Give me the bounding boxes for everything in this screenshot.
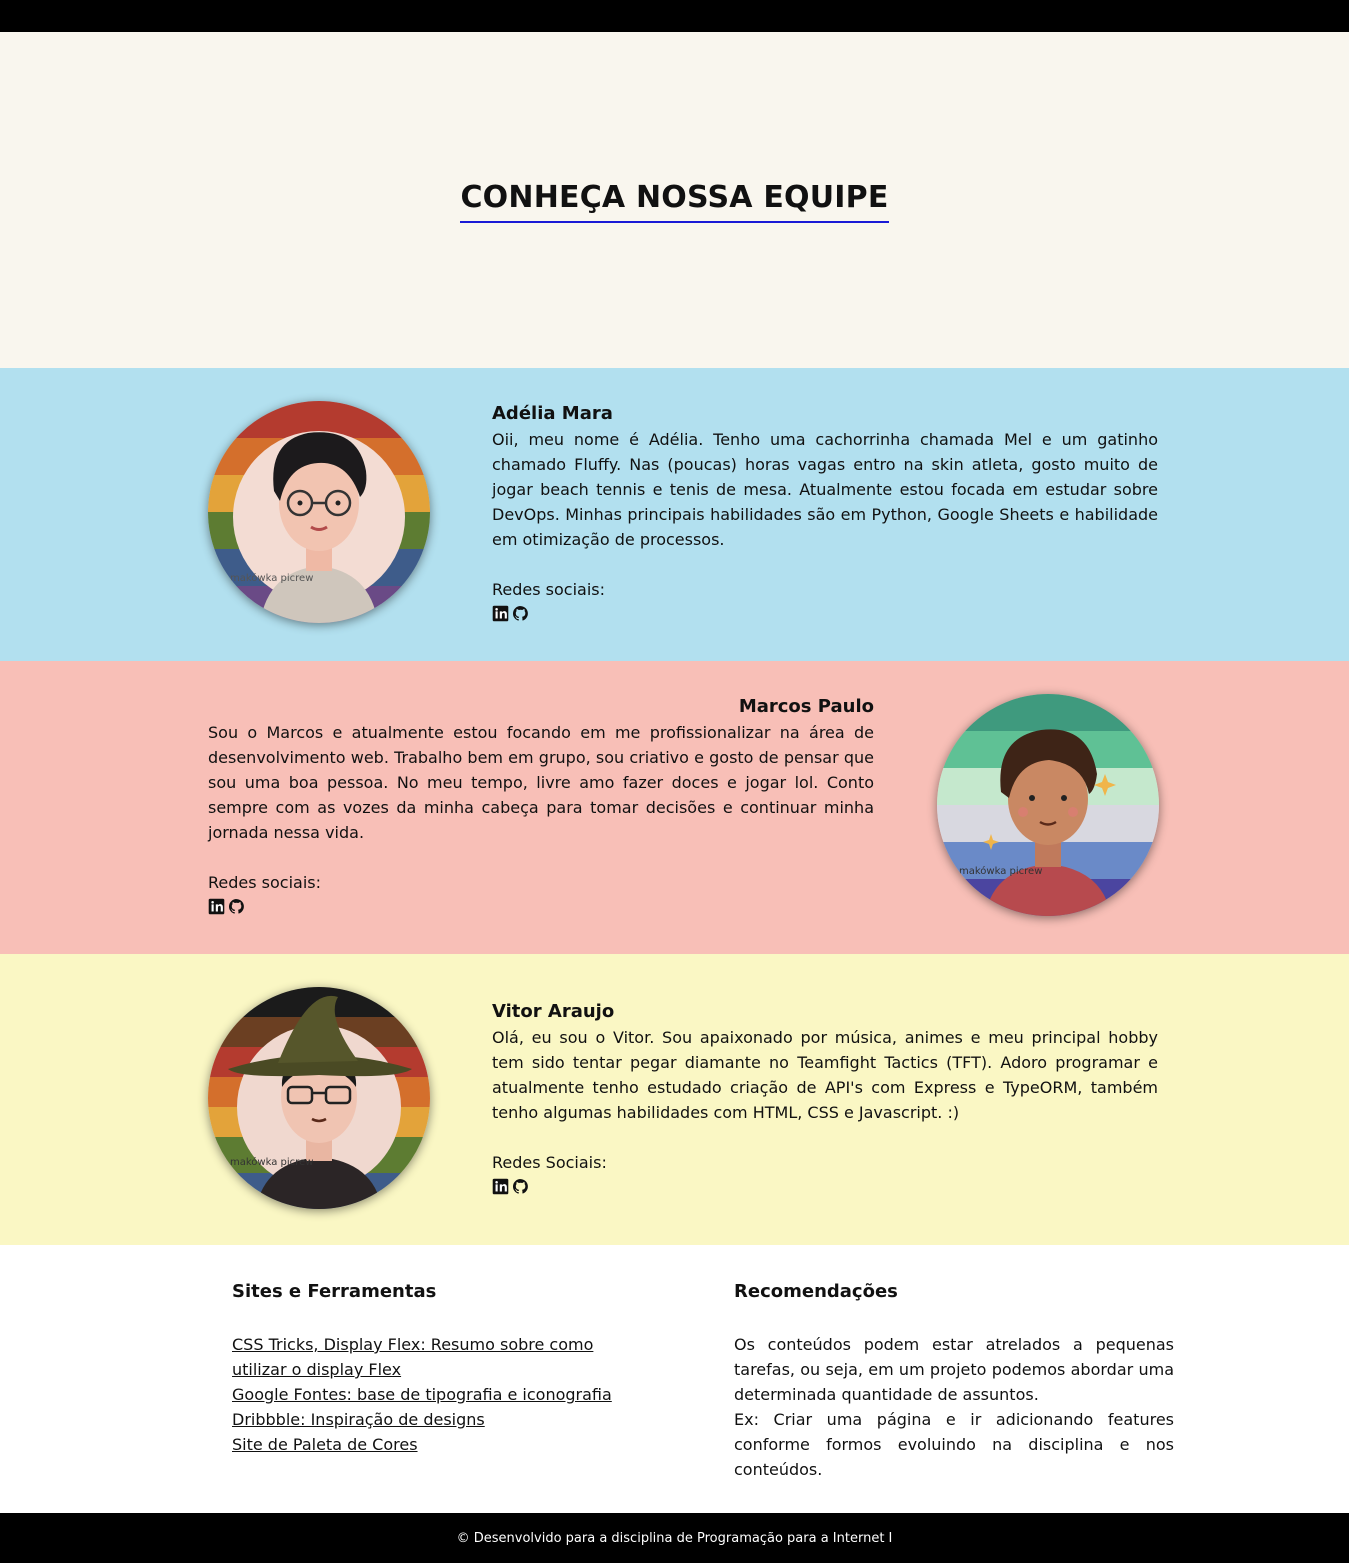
social-label: Redes Sociais: <box>492 1153 607 1172</box>
member-name: Adélia Mara <box>492 403 613 424</box>
recommendations-column: Recomendações Os conteúdos podem estar a… <box>734 1277 1174 1482</box>
member-description: Olá, eu sou o Vitor. Sou apaixonado por … <box>492 1028 1158 1122</box>
linkedin-icon[interactable] <box>492 605 509 622</box>
social-label: Redes sociais: <box>492 580 606 599</box>
member-card-marcos: Marcos Paulo Sou o Marcos e atualmente e… <box>0 661 1349 954</box>
avatar: makówka picrew <box>937 694 1159 916</box>
avatar: makówka picrew <box>208 987 430 1209</box>
member-description: Sou o Marcos e atualmente estou focando … <box>208 723 874 842</box>
link-color-palette[interactable]: Site de Paleta de Cores <box>232 1432 652 1457</box>
member-name: Marcos Paulo <box>738 696 874 717</box>
recommendation-text: Os conteúdos podem estar atrelados a peq… <box>734 1335 1174 1404</box>
social-links <box>492 604 1158 622</box>
social-links <box>208 897 874 915</box>
member-name: Vitor Araujo <box>492 1001 615 1022</box>
sites-title: Sites e Ferramentas <box>232 1281 437 1302</box>
recommendation-example: Ex: Criar uma página e ir adicionando fe… <box>734 1410 1174 1479</box>
hero-section: CONHEÇA NOSSA EQUIPE <box>0 32 1349 368</box>
member-bio: Vitor Araujo Olá, eu sou o Vitor. Sou ap… <box>492 999 1158 1195</box>
social-links <box>492 1177 1158 1195</box>
recommendations-title: Recomendações <box>734 1281 898 1302</box>
resources-section: Sites e Ferramentas CSS Tricks, Display … <box>0 1245 1349 1513</box>
github-icon[interactable] <box>228 898 245 915</box>
social-label: Redes sociais: <box>208 873 322 892</box>
sites-column: Sites e Ferramentas CSS Tricks, Display … <box>232 1277 652 1457</box>
github-icon[interactable] <box>512 1178 529 1195</box>
github-icon[interactable] <box>512 605 529 622</box>
footer-text: © Desenvolvido para a disciplina de Prog… <box>456 1530 893 1546</box>
page-title: CONHEÇA NOSSA EQUIPE <box>460 180 889 223</box>
member-card-adelia: makówka picrew Adélia Mara Oii, meu nome… <box>0 368 1349 661</box>
link-google-fonts[interactable]: Google Fontes: base de tipografia e icon… <box>232 1382 652 1407</box>
member-bio: Adélia Mara Oii, meu nome é Adélia. Tenh… <box>492 401 1158 622</box>
avatar: makówka picrew <box>208 401 430 623</box>
footer: © Desenvolvido para a disciplina de Prog… <box>0 1513 1349 1563</box>
avatar-watermark: makówka picrew <box>959 865 1042 877</box>
avatar-watermark: makówka picrew <box>230 1156 313 1168</box>
member-description: Oii, meu nome é Adélia. Tenho uma cachor… <box>492 430 1158 549</box>
member-card-vitor: makówka picrew Vitor Araujo Olá, eu sou … <box>0 954 1349 1245</box>
avatar-watermark: makówka picrew <box>230 572 313 584</box>
member-bio: Marcos Paulo Sou o Marcos e atualmente e… <box>208 694 874 915</box>
linkedin-icon[interactable] <box>208 898 225 915</box>
linkedin-icon[interactable] <box>492 1178 509 1195</box>
top-bar <box>0 0 1349 32</box>
link-css-tricks[interactable]: CSS Tricks, Display Flex: Resumo sobre c… <box>232 1332 652 1382</box>
link-dribbble[interactable]: Dribbble: Inspiração de designs <box>232 1407 652 1432</box>
